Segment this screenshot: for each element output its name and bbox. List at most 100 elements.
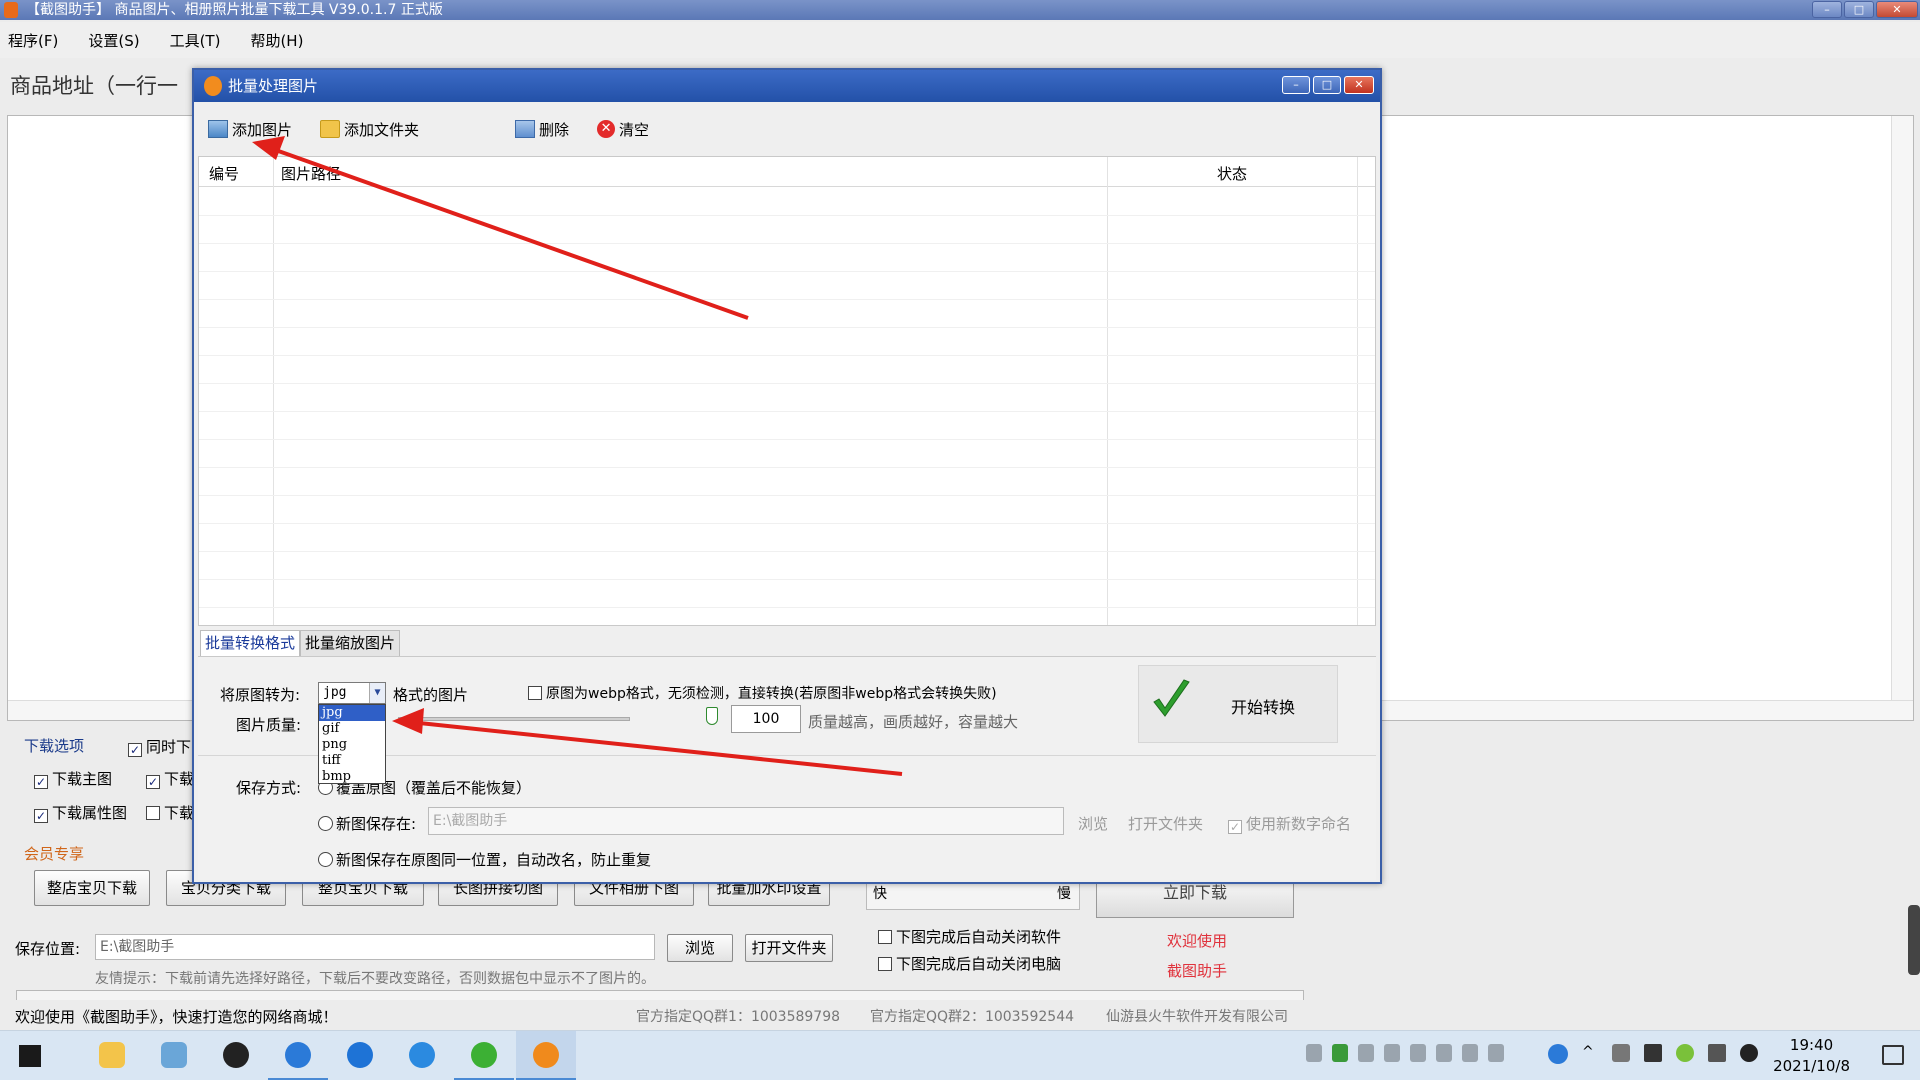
tray-icon[interactable]: [1384, 1044, 1400, 1062]
quality-input[interactable]: 100: [731, 705, 801, 733]
app-icon: [161, 1042, 187, 1068]
save-location-input[interactable]: E:\截图助手: [95, 934, 655, 960]
taskbar-app-5[interactable]: [330, 1031, 390, 1080]
tray-icon[interactable]: [1436, 1044, 1452, 1062]
clock[interactable]: 19:40 2021/10/8: [1773, 1035, 1850, 1077]
menu-tools[interactable]: 工具(T): [170, 30, 221, 51]
download-main-image-option[interactable]: ✓ 下载主图: [34, 768, 112, 789]
tray-icon[interactable]: [1306, 1044, 1322, 1062]
vertical-scrollbar[interactable]: [1891, 116, 1913, 720]
dialog-browse-button[interactable]: 浏览: [1078, 813, 1108, 834]
browser-icon: [285, 1042, 311, 1068]
auto-shutdown-option[interactable]: 下图完成后自动关闭电脑: [878, 953, 1061, 974]
delete-icon: [515, 120, 536, 138]
radio-icon: [318, 852, 333, 867]
browse-button[interactable]: 浏览: [667, 934, 733, 962]
brand-text: 截图助手: [1167, 962, 1228, 980]
app-icon: [4, 2, 18, 18]
qq-group-2: 官方指定QQ群2：1003592544: [870, 1009, 1075, 1025]
column-status[interactable]: 状态: [1217, 163, 1247, 184]
chevron-down-icon[interactable]: ▼: [369, 683, 385, 703]
checkbox-icon: ✓: [128, 743, 142, 757]
tray-icon[interactable]: [1358, 1044, 1374, 1062]
qq-group-1: 官方指定QQ群1：1003589798: [636, 1009, 841, 1025]
tray-app-icon[interactable]: [1676, 1044, 1694, 1062]
new-dir-input[interactable]: E:\截图助手: [428, 807, 1064, 835]
sync-download-option[interactable]: ✓ 同时下: [128, 736, 191, 757]
wifi-icon[interactable]: [1612, 1044, 1630, 1062]
start-button[interactable]: [0, 1031, 60, 1080]
folder-icon: [320, 120, 341, 138]
volume-icon[interactable]: [1708, 1044, 1726, 1062]
format-select[interactable]: jpg ▼: [318, 682, 386, 704]
penguin-icon: [223, 1042, 249, 1068]
chevron-up-icon[interactable]: ^: [1582, 1044, 1598, 1062]
tab-batch-convert[interactable]: 批量转换格式: [200, 630, 301, 656]
column-number[interactable]: 编号: [209, 163, 239, 184]
delete-button[interactable]: 删除: [515, 119, 569, 140]
taskbar-browser[interactable]: [268, 1031, 328, 1080]
dialog-tabs: 批量转换格式 批量缩放图片: [200, 630, 401, 656]
help-icon[interactable]: [1548, 1044, 1568, 1064]
download-icon: [204, 76, 222, 96]
auto-close-software-option[interactable]: 下图完成后自动关闭软件: [878, 926, 1061, 947]
dialog-maximize-button[interactable]: □: [1313, 76, 1341, 94]
menu-help[interactable]: 帮助(H): [250, 30, 303, 51]
checkmark-icon: [1153, 679, 1190, 717]
image-list[interactable]: 编号 图片路径 状态: [198, 156, 1376, 626]
clear-icon: ✕: [597, 120, 616, 138]
format-option-png[interactable]: png: [319, 737, 385, 753]
dialog-open-folder-button[interactable]: 打开文件夹: [1128, 813, 1203, 834]
dialog-close-button[interactable]: ✕: [1344, 76, 1374, 94]
format-option-tiff[interactable]: tiff: [319, 753, 385, 769]
format-dropdown-list[interactable]: jpg gif png tiff bmp: [318, 704, 386, 784]
taskbar-qq[interactable]: [206, 1031, 266, 1080]
taskbar-wechat[interactable]: [454, 1031, 514, 1080]
tray-right-icons: ^: [1548, 1044, 1758, 1064]
format-option-gif[interactable]: gif: [319, 721, 385, 737]
system-tray: [1306, 1044, 1504, 1062]
column-path[interactable]: 图片路径: [281, 163, 341, 184]
tray-icon[interactable]: [1488, 1044, 1504, 1062]
add-image-button[interactable]: 添加图片: [208, 119, 292, 140]
tray-icon[interactable]: [1332, 1044, 1348, 1062]
save-same-place-option[interactable]: 新图保存在原图同一位置，自动改名，防止重复: [318, 849, 651, 870]
save-new-dir-option[interactable]: 新图保存在:: [318, 813, 416, 834]
close-button[interactable]: ✕: [1876, 1, 1918, 18]
minimize-button[interactable]: –: [1812, 1, 1842, 18]
format-option-bmp[interactable]: bmp: [319, 769, 385, 785]
add-image-icon: [208, 120, 228, 138]
maximize-button[interactable]: □: [1844, 1, 1874, 18]
tray-icon[interactable]: [1462, 1044, 1478, 1062]
start-convert-button[interactable]: 开始转换: [1138, 665, 1338, 743]
download-fourth-option[interactable]: 下载: [146, 802, 194, 823]
notification-icon[interactable]: [1882, 1045, 1904, 1065]
member-label: 会员专享: [24, 845, 85, 863]
taskbar-app-6[interactable]: [392, 1031, 452, 1080]
quality-slider[interactable]: [398, 717, 630, 721]
clear-button[interactable]: ✕ 清空: [597, 119, 649, 140]
download-attr-image-option[interactable]: ✓ 下载属性图: [34, 802, 127, 823]
menu-settings[interactable]: 设置(S): [88, 30, 139, 51]
add-folder-button[interactable]: 添加文件夹: [320, 119, 419, 140]
status-welcome: 欢迎使用《截图助手》，快速打造您的网络商城！: [15, 1008, 338, 1026]
webp-direct-option[interactable]: 原图为webp格式，无须检测，直接转换(若原图非webp格式会转换失败): [528, 683, 997, 703]
dialog-minimize-button[interactable]: –: [1282, 76, 1310, 94]
use-new-name-option[interactable]: ✓ 使用新数字命名: [1228, 813, 1351, 834]
open-folder-button[interactable]: 打开文件夹: [745, 934, 833, 962]
battery-icon[interactable]: [1644, 1044, 1662, 1062]
tab-batch-resize[interactable]: 批量缩放图片: [300, 630, 401, 656]
batch-image-dialog: 批量处理图片 – □ ✕ 添加图片 添加文件夹 删除 ✕ 清空 编号 图片路径 …: [192, 68, 1382, 884]
whole-shop-download-button[interactable]: 整店宝贝下载: [34, 870, 150, 906]
tray-icon[interactable]: [1410, 1044, 1426, 1062]
menu-program[interactable]: 程序(F): [8, 30, 58, 51]
taskbar-file-explorer[interactable]: [82, 1031, 142, 1080]
format-option-jpg[interactable]: jpg: [319, 705, 385, 721]
side-scroll-thumb[interactable]: [1908, 905, 1920, 975]
download-second-option[interactable]: ✓ 下载: [146, 768, 194, 789]
quality-slider-thumb[interactable]: [706, 707, 718, 725]
wechat-icon: [471, 1042, 497, 1068]
taskbar-app-2[interactable]: [144, 1031, 204, 1080]
taskbar-screenshot-helper[interactable]: [516, 1031, 576, 1080]
qq-tray-icon[interactable]: [1740, 1044, 1758, 1062]
